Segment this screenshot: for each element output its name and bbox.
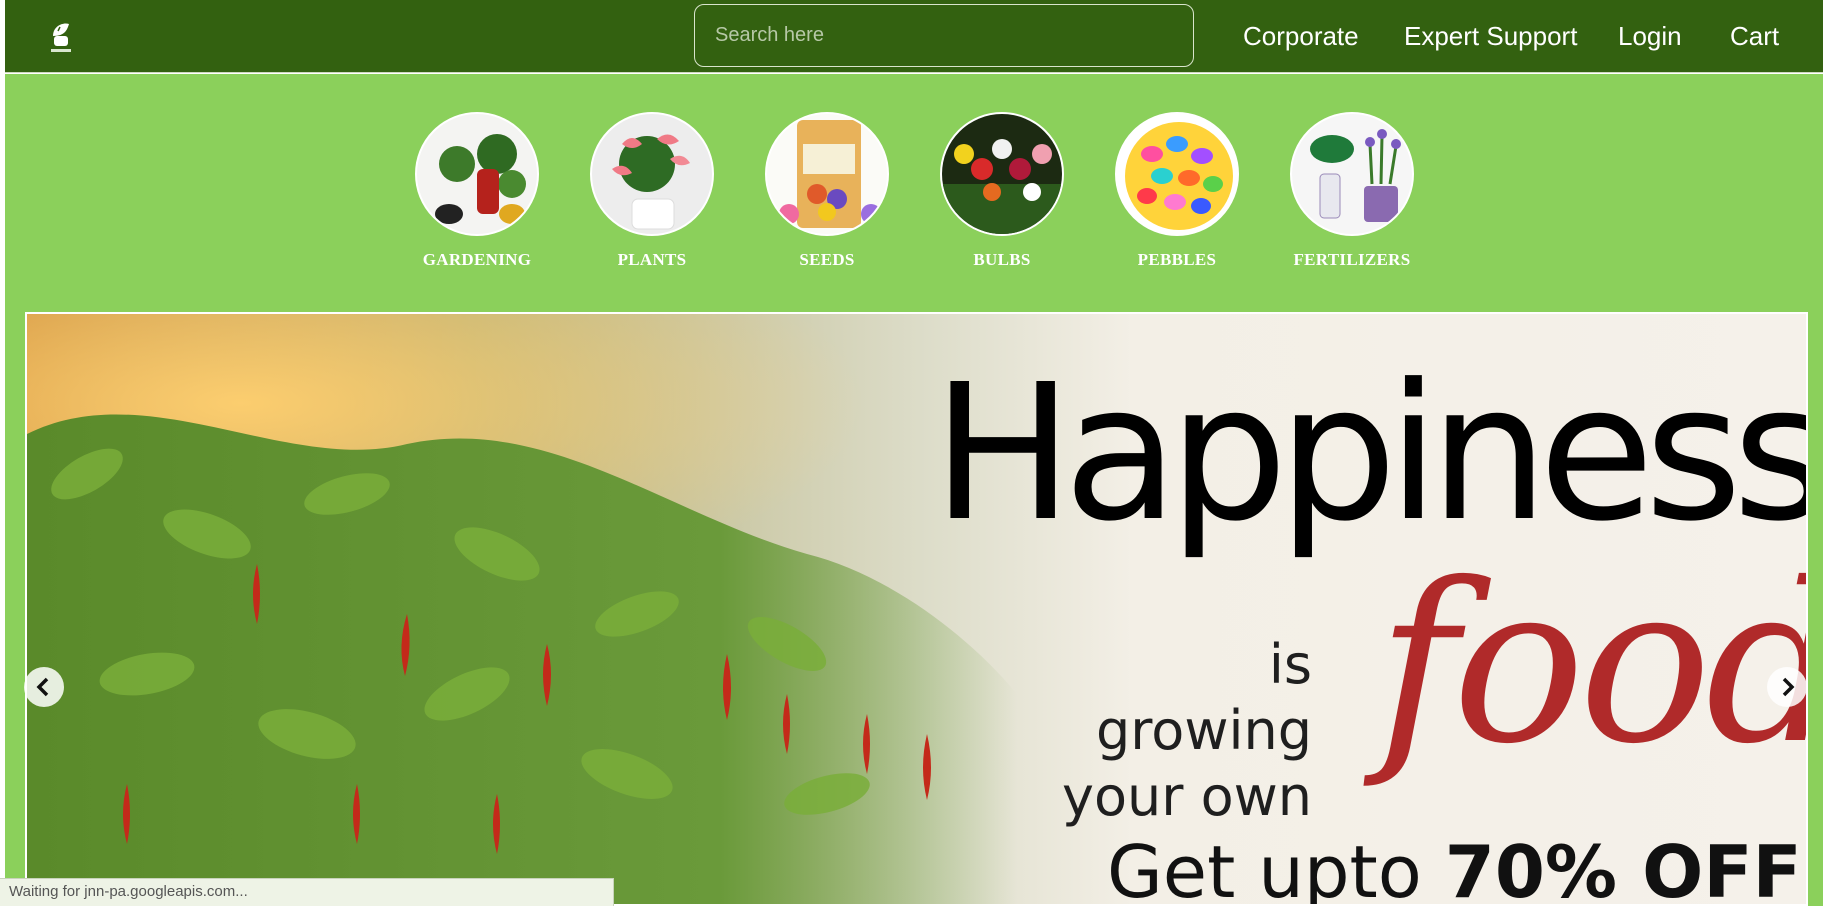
category-label: PLANTS bbox=[617, 250, 687, 269]
pebbles-image[interactable] bbox=[1115, 112, 1239, 236]
category-seeds[interactable]: SEEDS bbox=[752, 112, 902, 270]
carousel-prev-button[interactable] bbox=[24, 667, 64, 707]
banner-script-word: food bbox=[1377, 536, 1808, 792]
banner-offer: Get upto 70% OFF bbox=[1107, 822, 1802, 906]
top-navbar: Corporate Expert Support Login Cart bbox=[5, 0, 1823, 73]
promo-banner[interactable]: Happiness is growing your own food Get u… bbox=[25, 312, 1808, 906]
category-label: BULBS bbox=[973, 250, 1031, 269]
nav-link-login[interactable]: Login bbox=[1618, 20, 1682, 52]
banner-subline-2: your own bbox=[1062, 765, 1313, 828]
bulbs-image[interactable] bbox=[940, 112, 1064, 236]
category-gardening[interactable]: GARDENING bbox=[402, 112, 552, 270]
carousel-next-button[interactable] bbox=[1767, 667, 1807, 707]
category-bulbs[interactable]: BULBS bbox=[927, 112, 1077, 270]
category-plants[interactable]: PLANTS bbox=[577, 112, 727, 270]
category-pebbles[interactable]: PEBBLES bbox=[1102, 112, 1252, 270]
browser-status-bar: Waiting for jnn-pa.googleapis.com... bbox=[0, 878, 614, 906]
search-input[interactable] bbox=[694, 4, 1194, 67]
category-label: PEBBLES bbox=[1137, 250, 1217, 269]
gardening-image[interactable] bbox=[415, 112, 539, 236]
banner-subline: is growing your own bbox=[1062, 632, 1312, 830]
nav-link-expert-support[interactable]: Expert Support bbox=[1404, 20, 1577, 52]
nav-link-cart[interactable]: Cart bbox=[1730, 20, 1779, 52]
banner-subline-1: is growing bbox=[1096, 633, 1312, 762]
category-label: GARDENING bbox=[422, 250, 532, 269]
category-fertilizers[interactable]: FERTILIZERS bbox=[1277, 112, 1427, 270]
fertilizers-image[interactable] bbox=[1290, 112, 1414, 236]
seeds-image[interactable] bbox=[765, 112, 889, 236]
banner-offer-value: 70% OFF bbox=[1444, 830, 1802, 906]
chevron-left-icon bbox=[36, 677, 49, 697]
banner-headline: Happiness bbox=[932, 344, 1808, 563]
chevron-right-icon bbox=[1782, 677, 1795, 697]
plants-image[interactable] bbox=[590, 112, 714, 236]
green-leaf-logo-icon[interactable] bbox=[41, 16, 81, 56]
banner-offer-prefix: Get upto bbox=[1107, 830, 1422, 906]
category-label: SEEDS bbox=[799, 250, 855, 269]
category-label: FERTILIZERS bbox=[1293, 250, 1411, 269]
nav-link-corporate[interactable]: Corporate bbox=[1243, 20, 1359, 52]
